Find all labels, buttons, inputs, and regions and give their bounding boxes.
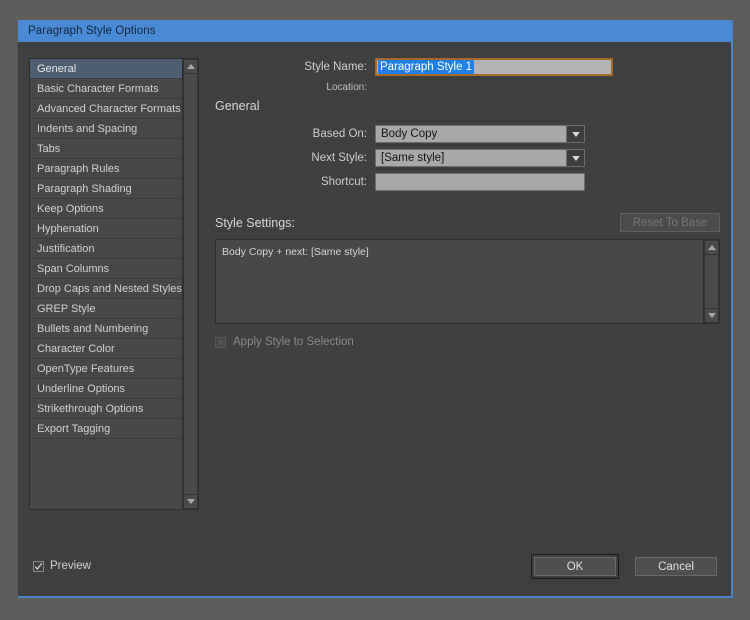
- sidebar-item-label: Basic Character Formats: [37, 83, 159, 95]
- shortcut-input[interactable]: [375, 173, 585, 191]
- ok-button-focus-ring: OK: [531, 554, 619, 579]
- triangle-up-icon: [708, 245, 716, 250]
- ok-button[interactable]: OK: [534, 557, 616, 576]
- triangle-down-icon: [708, 313, 716, 318]
- triangle-down-glyph: [572, 156, 580, 161]
- location-row: Location:: [215, 82, 720, 93]
- sidebar-item-hyphenation[interactable]: Hyphenation: [30, 219, 182, 239]
- style-settings-header: Style Settings: Reset To Base: [215, 213, 720, 232]
- sidebar-item-label: Hyphenation: [37, 223, 99, 235]
- scroll-down-button[interactable]: [183, 494, 198, 509]
- style-name-label: Style Name:: [215, 61, 375, 73]
- sidebar-item-span-columns[interactable]: Span Columns: [30, 259, 182, 279]
- sidebar-item-label: Export Tagging: [37, 423, 110, 435]
- sidebar-item-character-color[interactable]: Character Color: [30, 339, 182, 359]
- cancel-button[interactable]: Cancel: [635, 557, 717, 576]
- sidebar-item-paragraph-rules[interactable]: Paragraph Rules: [30, 159, 182, 179]
- sidebar-item-label: Paragraph Rules: [37, 163, 120, 175]
- next-style-label: Next Style:: [215, 152, 375, 164]
- sidebar-item-advanced-character-formats[interactable]: Advanced Character Formats: [30, 99, 182, 119]
- category-list-scrollbar[interactable]: [182, 59, 198, 509]
- sidebar-item-underline-options[interactable]: Underline Options: [30, 379, 182, 399]
- based-on-label: Based On:: [215, 128, 375, 140]
- category-list-empty-area: [30, 439, 182, 509]
- based-on-dropdown[interactable]: Body Copy: [375, 125, 585, 143]
- sidebar-item-justification[interactable]: Justification: [30, 239, 182, 259]
- apply-style-to-selection-row: Apply Style to Selection: [215, 336, 720, 348]
- sidebar-item-label: Keep Options: [37, 203, 104, 215]
- style-name-value: Paragraph Style 1: [378, 60, 474, 75]
- sidebar-item-label: Advanced Character Formats: [37, 103, 181, 115]
- sidebar-item-label: Character Color: [37, 343, 115, 355]
- sidebar-item-basic-character-formats[interactable]: Basic Character Formats: [30, 79, 182, 99]
- category-list-panel: General Basic Character Formats Advanced C…: [29, 58, 199, 510]
- shortcut-label: Shortcut:: [215, 176, 375, 188]
- chevron-down-icon[interactable]: [566, 150, 584, 166]
- sidebar-item-label: General: [37, 63, 76, 75]
- sidebar-item-label: Underline Options: [37, 383, 125, 395]
- sidebar-item-label: Indents and Spacing: [37, 123, 137, 135]
- dialog-footer: Preview OK Cancel: [19, 548, 731, 596]
- reset-to-base-button[interactable]: Reset To Base: [620, 213, 720, 232]
- sidebar-item-drop-caps-and-nested-styles[interactable]: Drop Caps and Nested Styles: [30, 279, 182, 299]
- preview-row[interactable]: Preview: [33, 560, 91, 572]
- sidebar-item-label: Justification: [37, 243, 94, 255]
- based-on-value: Body Copy: [381, 128, 437, 140]
- scroll-up-button[interactable]: [704, 240, 719, 255]
- sidebar-item-export-tagging[interactable]: Export Tagging: [30, 419, 182, 439]
- preview-label: Preview: [50, 560, 91, 572]
- scrollbar-track[interactable]: [704, 255, 719, 308]
- checkbox-inner-fill: [218, 340, 223, 345]
- preview-checkbox[interactable]: [33, 561, 44, 572]
- sidebar-item-opentype-features[interactable]: OpenType Features: [30, 359, 182, 379]
- triangle-up-icon: [187, 64, 195, 69]
- style-settings-label: Style Settings:: [215, 216, 295, 230]
- scroll-down-button[interactable]: [704, 308, 719, 323]
- sidebar-item-label: Strikethrough Options: [37, 403, 143, 415]
- dialog-titlebar[interactable]: Paragraph Style Options: [18, 20, 731, 42]
- options-pane: Style Name: Paragraph Style 1 Location: …: [215, 58, 720, 348]
- sidebar-item-bullets-and-numbering[interactable]: Bullets and Numbering: [30, 319, 182, 339]
- sidebar-item-label: Span Columns: [37, 263, 109, 275]
- next-style-dropdown[interactable]: [Same style]: [375, 149, 585, 167]
- sidebar-item-label: Tabs: [37, 143, 60, 155]
- sidebar-item-paragraph-shading[interactable]: Paragraph Shading: [30, 179, 182, 199]
- sidebar-item-keep-options[interactable]: Keep Options: [30, 199, 182, 219]
- dialog-title: Paragraph Style Options: [28, 25, 156, 37]
- style-settings-box: Body Copy + next: [Same style]: [215, 239, 720, 324]
- section-title-general: General: [215, 99, 720, 113]
- next-style-value: [Same style]: [381, 152, 444, 164]
- based-on-row: Based On: Body Copy: [215, 125, 720, 143]
- sidebar-item-indents-and-spacing[interactable]: Indents and Spacing: [30, 119, 182, 139]
- scroll-up-button[interactable]: [183, 59, 198, 74]
- sidebar-item-label: Paragraph Shading: [37, 183, 132, 195]
- chevron-down-icon[interactable]: [566, 126, 584, 142]
- scrollbar-track[interactable]: [183, 74, 198, 494]
- triangle-down-icon: [187, 499, 195, 504]
- style-name-input[interactable]: Paragraph Style 1: [375, 58, 613, 76]
- checkmark-icon: [33, 561, 44, 572]
- style-name-row: Style Name: Paragraph Style 1: [215, 58, 720, 76]
- style-settings-text: Body Copy + next: [Same style]: [216, 240, 703, 323]
- apply-style-checkbox: [215, 337, 226, 348]
- sidebar-item-strikethrough-options[interactable]: Strikethrough Options: [30, 399, 182, 419]
- style-settings-scrollbar[interactable]: [703, 240, 719, 323]
- category-list[interactable]: General Basic Character Formats Advanced C…: [30, 59, 182, 509]
- sidebar-item-general[interactable]: General: [30, 59, 182, 79]
- paragraph-style-options-dialog: Paragraph Style Options General Basic Cha…: [18, 20, 733, 598]
- sidebar-item-label: GREP Style: [37, 303, 96, 315]
- sidebar-item-label: Drop Caps and Nested Styles: [37, 283, 182, 295]
- sidebar-item-label: OpenType Features: [37, 363, 134, 375]
- sidebar-item-grep-style[interactable]: GREP Style: [30, 299, 182, 319]
- triangle-down-glyph: [572, 132, 580, 137]
- shortcut-row: Shortcut:: [215, 173, 720, 191]
- location-label: Location:: [215, 82, 375, 93]
- apply-style-label: Apply Style to Selection: [233, 336, 354, 348]
- sidebar-item-tabs[interactable]: Tabs: [30, 139, 182, 159]
- dialog-body: General Basic Character Formats Advanced C…: [18, 42, 731, 596]
- next-style-row: Next Style: [Same style]: [215, 149, 720, 167]
- sidebar-item-label: Bullets and Numbering: [37, 323, 148, 335]
